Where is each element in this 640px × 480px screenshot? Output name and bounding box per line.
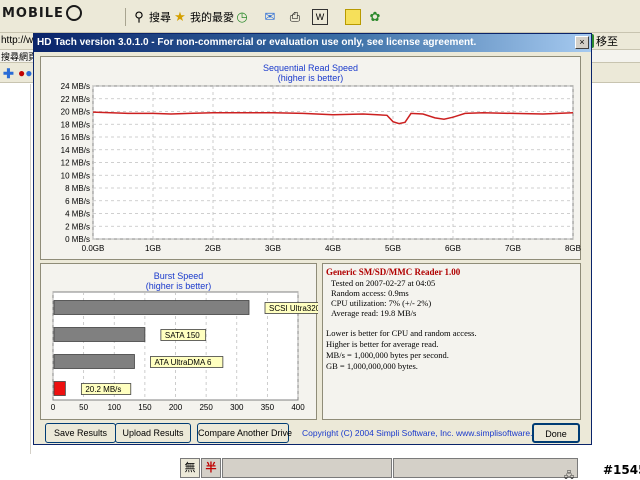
messenger-icon: ✿ — [369, 9, 381, 24]
mail-icon: ✉ — [264, 9, 276, 24]
logo-text: MOBILE — [2, 5, 64, 21]
upload-results-button[interactable]: Upload Results — [115, 423, 191, 443]
site-logo: MOBILE — [2, 3, 82, 23]
y-tick-label: 20 MB/s — [61, 108, 90, 117]
y-tick-label: 4 MB/s — [65, 210, 90, 219]
search-icon: ⚲ — [134, 9, 144, 24]
window-title: HD Tach version 3.0.1.0 - For non-commer… — [34, 34, 591, 52]
x-tick-label: 0 — [51, 403, 56, 412]
copyright-text: Copyright (C) 2004 Simpli Software, Inc.… — [302, 428, 549, 438]
print-button[interactable]: ⎙ — [287, 8, 303, 26]
y-tick-label: 16 MB/s — [61, 133, 90, 142]
compare-drive-button[interactable]: Compare Another Drive — [197, 423, 292, 443]
favorites-label: 我的最愛 — [190, 12, 234, 24]
sequential-read-panel: Sequential Read Speed (higher is better)… — [40, 56, 581, 260]
burst-bar — [53, 300, 250, 315]
links-text[interactable]: 搜尋網頁 — [1, 50, 37, 63]
y-tick-label: 14 MB/s — [61, 146, 90, 155]
note-line: MB/s = 1,000,000 bytes per second. — [326, 350, 449, 360]
ime-mode-button[interactable]: 無 — [180, 458, 200, 478]
results-panel: Generic SM/SD/MMC Reader 1.00 Tested on … — [322, 263, 581, 420]
discuss-button[interactable] — [345, 8, 361, 26]
y-tick-label: 24 MB/s — [61, 82, 90, 91]
messenger-button[interactable]: ✿ — [367, 8, 383, 26]
y-tick-label: 18 MB/s — [61, 120, 90, 129]
hd-tach-window: HD Tach version 3.0.1.0 - For non-commer… — [33, 33, 592, 445]
burst-bar — [53, 381, 66, 396]
network-icon: 🖧 — [564, 470, 575, 480]
bar-label: SATA 150 — [165, 331, 200, 340]
y-tick-label: 22 MB/s — [61, 95, 90, 104]
bar-label: SCSI Ultra320 — [269, 304, 318, 313]
cpu-utilization: CPU utilization: 7% (+/- 2%) — [331, 298, 432, 308]
logo-ring — [65, 5, 82, 21]
average-read: Average read: 19.8 MB/s — [331, 308, 417, 318]
history-button[interactable]: ◷ — [234, 8, 250, 26]
y-tick-label: 12 MB/s — [61, 159, 90, 168]
x-tick-label: 8GB — [565, 244, 581, 253]
x-tick-label: 2GB — [205, 244, 221, 253]
close-button[interactable]: × — [575, 36, 589, 49]
x-tick-label: 0.0GB — [82, 244, 105, 253]
bar-label: ATA UltraDMA 6 — [154, 358, 212, 367]
sequential-chart: 0 MB/s 2 MB/s 4 MB/s 6 MB/s 8 MB/s 10 MB/s 12 … — [61, 82, 581, 253]
page-margin — [0, 84, 31, 454]
x-tick-label: 3GB — [265, 244, 281, 253]
plus-icon[interactable]: ✚ — [3, 66, 14, 82]
x-tick-label: 5GB — [385, 244, 401, 253]
burst-chart: 0 50 100 150 200 250 300 350 400 SCSI Ultra320 SAT… — [51, 291, 318, 412]
search-button[interactable]: ⚲ 搜尋 — [131, 8, 171, 26]
x-tick-label: 150 — [138, 403, 152, 412]
button-row: Save Results Upload Results Compare Anot… — [40, 423, 581, 443]
note-line: Higher is better for average read. — [326, 339, 439, 349]
x-tick-label: 400 — [291, 403, 305, 412]
toolbar-separator — [125, 8, 126, 26]
device-name: Generic SM/SD/MMC Reader 1.00 — [326, 267, 461, 277]
save-results-button[interactable]: Save Results — [45, 423, 116, 443]
x-tick-label: 300 — [230, 403, 244, 412]
y-tick-label: 0 MB/s — [65, 235, 90, 244]
star-icon: ★ — [174, 9, 186, 24]
ime-candidate-field[interactable] — [393, 458, 578, 478]
ime-width-button[interactable]: 半 — [201, 458, 221, 478]
x-tick-label: 4GB — [325, 244, 341, 253]
burst-speed-panel: Burst Speed (higher is better) 0 50 100 150… — [40, 263, 318, 420]
dots-icon[interactable]: ●● — [18, 66, 33, 80]
ime-compose-field[interactable] — [222, 458, 392, 478]
burst-bar — [53, 327, 146, 342]
bar-label: 20.2 MB/s — [85, 385, 121, 394]
x-tick-label: 200 — [169, 403, 183, 412]
go-label: 移至 — [596, 36, 618, 48]
y-tick-label: 8 MB/s — [65, 184, 90, 193]
word-icon: W — [312, 9, 328, 25]
x-tick-label: 50 — [79, 403, 88, 412]
x-tick-label: 250 — [199, 403, 213, 412]
browser-toolbar: MOBILE ⚲ 搜尋 ★ 我的最愛 ◷ ✉ ⎙ W ✿ — [0, 0, 640, 33]
x-tick-label: 100 — [108, 403, 122, 412]
done-button[interactable]: Done — [532, 423, 580, 443]
printer-icon: ⎙ — [289, 9, 301, 24]
history-icon: ◷ — [236, 9, 248, 24]
random-access: Random access: 0.9ms — [331, 288, 409, 298]
x-tick-label: 7GB — [505, 244, 521, 253]
x-tick-label: 1GB — [145, 244, 161, 253]
burst-bar — [53, 354, 135, 369]
y-tick-label: 6 MB/s — [65, 197, 90, 206]
x-tick-label: 350 — [261, 403, 275, 412]
y-tick-label: 2 MB/s — [65, 222, 90, 231]
y-tick-label: 10 MB/s — [61, 171, 90, 180]
note-line: GB = 1,000,000,000 bytes. — [326, 361, 418, 371]
mail-button[interactable]: ✉ — [262, 8, 278, 26]
test-date: Tested on 2007-02-27 at 04:05 — [331, 278, 436, 288]
note-icon — [345, 9, 361, 25]
ime-toolbar: 無 半 — [180, 458, 580, 478]
x-tick-label: 6GB — [445, 244, 461, 253]
system-tray: 🖧 — [564, 468, 574, 480]
watermark: #1545 — [603, 463, 640, 477]
note-line: Lower is better for CPU and random acces… — [326, 328, 477, 338]
edit-button[interactable]: W — [312, 8, 328, 26]
search-label: 搜尋 — [149, 12, 171, 24]
favorites-button[interactable]: ★ 我的最愛 — [172, 8, 234, 26]
